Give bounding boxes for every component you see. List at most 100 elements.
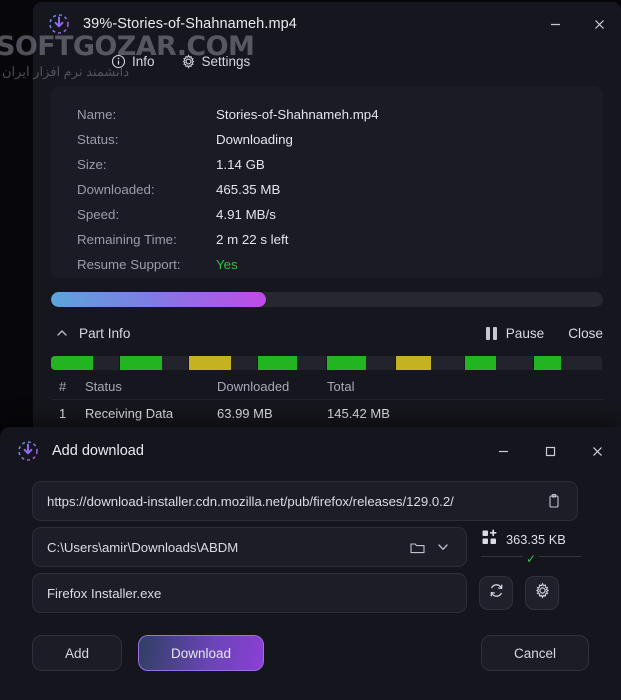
pause-label: Pause bbox=[505, 325, 545, 341]
folder-icon[interactable] bbox=[404, 539, 430, 556]
window-title-bar: 39%-Stories-of-Shahnameh.mp4 bbox=[33, 2, 621, 46]
part-segment-fill bbox=[51, 356, 94, 370]
table-row[interactable]: 1 Receiving Data 63.99 MB 145.42 MB bbox=[51, 400, 603, 426]
info-label: Remaining Time: bbox=[77, 232, 177, 247]
part-segment bbox=[396, 356, 465, 370]
close-icon[interactable] bbox=[577, 2, 621, 46]
path-value: C:\Users\amir\Downloads\ABDM bbox=[47, 539, 239, 555]
dialog-title-bar: Add download bbox=[0, 427, 621, 475]
part-segment-fill bbox=[120, 356, 163, 370]
chevron-up-icon[interactable] bbox=[51, 326, 73, 340]
part-segment bbox=[327, 356, 396, 370]
download-progress-bar bbox=[51, 292, 603, 307]
column-header-total: Total bbox=[327, 379, 355, 394]
size-status-line: ✓ bbox=[481, 551, 581, 566]
part-segment-fill bbox=[189, 356, 232, 370]
info-row-downloaded: Downloaded: 465.35 MB bbox=[51, 177, 603, 202]
part-segments bbox=[51, 356, 603, 370]
minimize-icon[interactable] bbox=[480, 427, 527, 475]
pause-button[interactable]: Pause bbox=[485, 325, 545, 341]
part-segment bbox=[534, 356, 603, 370]
tab-info-label: Info bbox=[132, 53, 155, 69]
check-icon: ✓ bbox=[522, 551, 540, 566]
part-segment bbox=[465, 356, 534, 370]
part-segment bbox=[189, 356, 258, 370]
refresh-button[interactable] bbox=[479, 576, 513, 610]
part-segment-fill bbox=[327, 356, 367, 370]
part-segment-fill bbox=[465, 356, 496, 370]
part-segment bbox=[51, 356, 120, 370]
close-icon[interactable] bbox=[574, 427, 621, 475]
maximize-icon[interactable] bbox=[527, 427, 574, 475]
info-row-status: Status: Downloading bbox=[51, 127, 603, 152]
tab-settings-label: Settings bbox=[201, 53, 251, 69]
close-button[interactable]: Close bbox=[568, 326, 603, 341]
size-indicator: 363.35 KB ✓ bbox=[481, 528, 581, 566]
add-button[interactable]: Add bbox=[32, 635, 122, 671]
url-row: https://download-installer.cdn.mozilla.n… bbox=[0, 481, 621, 521]
tab-info[interactable]: Info bbox=[111, 54, 155, 69]
column-header-downloaded: Downloaded bbox=[217, 379, 290, 394]
download-details-window: 39%-Stories-of-Shahnameh.mp4 Info Settin… bbox=[33, 2, 621, 434]
info-circle-icon bbox=[111, 54, 126, 69]
gear-icon bbox=[181, 53, 196, 69]
cell-num: 1 bbox=[59, 405, 67, 421]
info-label: Downloaded: bbox=[77, 182, 155, 197]
cell-status: Receiving Data bbox=[85, 405, 174, 421]
part-table: # Status Downloaded Total 1 Receiving Da… bbox=[51, 374, 603, 426]
part-info-label: Part Info bbox=[79, 325, 131, 341]
pause-icon bbox=[485, 326, 497, 340]
url-value: https://download-installer.cdn.mozilla.n… bbox=[47, 493, 454, 509]
download-arrow-logo-icon bbox=[16, 439, 40, 463]
info-row-size: Size: 1.14 GB bbox=[51, 152, 603, 177]
minimize-icon[interactable] bbox=[533, 2, 577, 46]
info-row-resume-support: Resume Support: Yes bbox=[51, 252, 603, 277]
info-value: 1.14 GB bbox=[216, 157, 265, 172]
cancel-button[interactable]: Cancel bbox=[481, 635, 589, 671]
info-label: Size: bbox=[77, 157, 107, 172]
info-row-speed: Speed: 4.91 MB/s bbox=[51, 202, 603, 227]
part-segment bbox=[120, 356, 189, 370]
column-header-status: Status bbox=[85, 379, 122, 394]
part-segment-fill bbox=[258, 356, 298, 370]
info-value-resume: Yes bbox=[216, 257, 238, 272]
dialog-button-row: Add Download Cancel bbox=[0, 635, 621, 671]
info-label: Speed: bbox=[77, 207, 120, 222]
filename-input[interactable]: Firefox Installer.exe bbox=[32, 573, 467, 613]
size-value: 363.35 KB bbox=[506, 532, 566, 547]
table-header-row: # Status Downloaded Total bbox=[51, 374, 603, 400]
part-segment-fill bbox=[534, 356, 562, 370]
part-info-bar: Part Info Pause Close bbox=[51, 316, 603, 350]
download-progress-fill bbox=[51, 292, 267, 307]
window-title: 39%-Stories-of-Shahnameh.mp4 bbox=[83, 16, 297, 32]
cell-total: 145.42 MB bbox=[327, 405, 390, 421]
info-label: Name: bbox=[77, 107, 117, 122]
info-label: Status: bbox=[77, 132, 119, 147]
info-value: Stories-of-Shahnameh.mp4 bbox=[216, 107, 379, 122]
chevron-down-icon[interactable] bbox=[430, 539, 456, 555]
gear-icon bbox=[534, 582, 551, 604]
info-value: 2 m 22 s left bbox=[216, 232, 289, 247]
cell-downloaded: 63.99 MB bbox=[217, 405, 273, 421]
part-segment-fill bbox=[396, 356, 432, 370]
refresh-icon bbox=[488, 582, 505, 604]
settings-button[interactable] bbox=[525, 576, 559, 610]
download-button[interactable]: Download bbox=[138, 635, 264, 671]
info-label: Resume Support: bbox=[77, 257, 181, 272]
download-arrow-logo-icon bbox=[47, 12, 71, 36]
info-value: 465.35 MB bbox=[216, 182, 281, 197]
blocks-plus-icon bbox=[481, 528, 498, 551]
dialog-title: Add download bbox=[52, 443, 144, 459]
filename-value: Firefox Installer.exe bbox=[47, 585, 162, 601]
info-row-remaining-time: Remaining Time: 2 m 22 s left bbox=[51, 227, 603, 252]
path-input[interactable]: C:\Users\amir\Downloads\ABDM bbox=[32, 527, 467, 567]
add-download-dialog: Add download https://download-installer.… bbox=[0, 427, 621, 700]
info-value: 4.91 MB/s bbox=[216, 207, 276, 222]
clipboard-icon[interactable] bbox=[541, 493, 567, 509]
download-info-card: Name: Stories-of-Shahnameh.mp4 Status: D… bbox=[51, 86, 603, 278]
path-row: C:\Users\amir\Downloads\ABDM 363.35 KB ✓ bbox=[0, 527, 621, 567]
url-input[interactable]: https://download-installer.cdn.mozilla.n… bbox=[32, 481, 578, 521]
tab-settings[interactable]: Settings bbox=[181, 53, 251, 69]
filename-row: Firefox Installer.exe bbox=[0, 573, 621, 613]
column-header-num: # bbox=[59, 379, 67, 394]
